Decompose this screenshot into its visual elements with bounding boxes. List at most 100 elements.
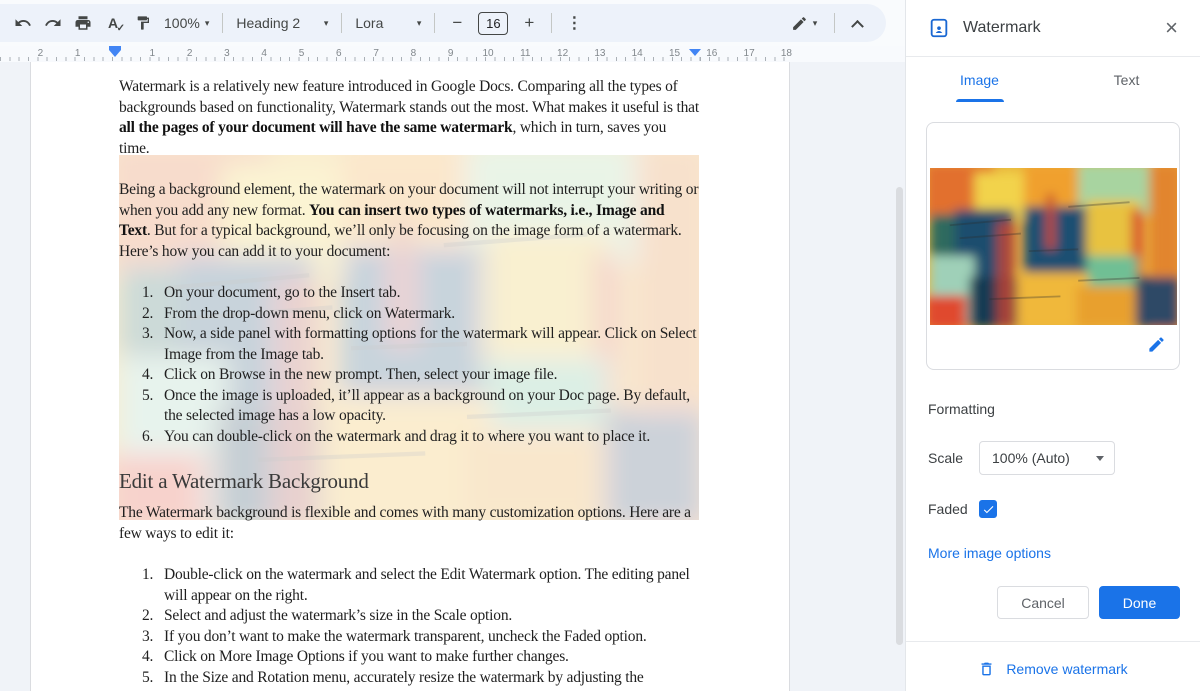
editing-mode-button[interactable]: ▾: [782, 9, 826, 37]
chevron-down-icon: ▾: [324, 18, 329, 29]
list-text: You can double-click on the watermark an…: [164, 427, 699, 448]
ruler-number: 12: [557, 48, 568, 59]
list-number: 2.: [142, 606, 164, 627]
tab-image[interactable]: Image: [906, 57, 1053, 102]
ruler-number: 9: [448, 48, 454, 59]
toolbar-divider: [341, 13, 342, 33]
list-number: 2.: [142, 304, 164, 325]
left-indent-marker[interactable]: [109, 50, 121, 57]
right-indent-marker[interactable]: [689, 49, 701, 56]
done-button[interactable]: Done: [1099, 586, 1180, 619]
more-vertical-icon: ⋮: [566, 13, 582, 33]
tab-text[interactable]: Text: [1053, 57, 1200, 102]
close-icon[interactable]: ×: [1161, 15, 1182, 41]
paint-format-button[interactable]: [129, 9, 157, 37]
list-item: 1.On your document, go to the Insert tab…: [142, 283, 699, 304]
panel-footer-divider: [906, 641, 1200, 642]
pen-icon: [791, 15, 808, 32]
toolbar-divider: [222, 13, 223, 33]
list-text: Click on More Image Options if you want …: [164, 647, 699, 668]
list-number: 3.: [142, 627, 164, 648]
list-item: 6.You can double-click on the watermark …: [142, 427, 699, 448]
undo-icon: [14, 14, 32, 32]
text-run: . But for a typical background, we’ll on…: [119, 222, 682, 260]
numbered-list: 1.Double-click on the watermark and sele…: [119, 565, 699, 688]
panel-actions: Cancel Done: [997, 586, 1180, 619]
list-number: 4.: [142, 365, 164, 386]
tab-label: Image: [960, 72, 999, 88]
list-item: 3.Now, a side panel with formatting opti…: [142, 324, 699, 365]
faded-label: Faded: [928, 501, 979, 517]
font-size-input[interactable]: 16: [478, 12, 508, 35]
paragraph: Being a background element, the watermar…: [119, 180, 699, 262]
remove-watermark-label: Remove watermark: [1006, 661, 1127, 677]
toolbar-divider: [834, 13, 835, 33]
watermark-preview-image[interactable]: [930, 168, 1177, 325]
list-text: Now, a side panel with formatting option…: [164, 324, 699, 365]
cancel-button[interactable]: Cancel: [997, 586, 1089, 619]
chevron-down-icon: ▾: [205, 18, 210, 29]
list-text: Once the image is uploaded, it’ll appear…: [164, 386, 699, 427]
ruler-number: 1: [150, 48, 156, 59]
edit-image-button[interactable]: [1147, 335, 1166, 359]
panel-header: Watermark ×: [906, 0, 1200, 57]
paragraph-style-select[interactable]: Heading 2 ▾: [230, 9, 334, 37]
ruler-number: 5: [299, 48, 305, 59]
ruler-number: 16: [706, 48, 717, 59]
list-number: 5.: [142, 386, 164, 427]
pencil-icon: [1147, 335, 1166, 354]
list-number: 3.: [142, 324, 164, 365]
zoom-select[interactable]: 100% ▾: [158, 9, 215, 37]
toolbar: A✓ 100% ▾ Heading 2 ▾ Lora ▾ −: [0, 4, 886, 42]
ruler-number: 14: [632, 48, 643, 59]
list-item: 2.Select and adjust the watermark’s size…: [142, 606, 699, 627]
decrease-font-size-button[interactable]: −: [443, 9, 471, 37]
list-text: On your document, go to the Insert tab.: [164, 283, 699, 304]
document-text[interactable]: Watermark is a relatively new feature in…: [119, 77, 699, 691]
ruler-number: 2: [187, 48, 193, 59]
scale-label: Scale: [928, 450, 979, 466]
panel-title: Watermark: [963, 19, 1161, 37]
toolbar-divider: [434, 13, 435, 33]
trash-icon: [978, 660, 995, 678]
vertical-scrollbar[interactable]: [896, 187, 903, 645]
chevron-up-icon: [851, 19, 864, 32]
list-item: 5.Once the image is uploaded, it’ll appe…: [142, 386, 699, 427]
paragraph: Watermark is a relatively new feature in…: [119, 77, 699, 159]
list-number: 1.: [142, 565, 164, 606]
list-text: Click on Browse in the new prompt. Then,…: [164, 365, 699, 386]
more-options-button[interactable]: ⋮: [560, 9, 588, 37]
style-value: Heading 2: [236, 15, 300, 31]
spell-check-button[interactable]: A✓: [99, 9, 127, 37]
tab-label: Text: [1114, 72, 1140, 88]
redo-button[interactable]: [39, 9, 67, 37]
check-icon: [982, 503, 995, 516]
active-tab-underline: [956, 99, 1004, 102]
ruler-number: 10: [482, 48, 493, 59]
formatting-section-label: Formatting: [928, 401, 1178, 417]
chevron-down-icon: ▾: [813, 18, 818, 29]
undo-button[interactable]: [9, 9, 37, 37]
more-image-options-link[interactable]: More image options: [928, 545, 1051, 561]
scale-dropdown[interactable]: 100% (Auto): [979, 441, 1115, 475]
plus-icon: +: [524, 13, 534, 33]
list-item: 4.Click on More Image Options if you wan…: [142, 647, 699, 668]
print-button[interactable]: [69, 9, 97, 37]
ruler-number: 15: [669, 48, 680, 59]
list-number: 1.: [142, 283, 164, 304]
spell-check-icon: A✓: [108, 16, 118, 30]
list-text: In the Size and Rotation menu, accuratel…: [164, 668, 699, 689]
list-text: Double-click on the watermark and select…: [164, 565, 699, 606]
ruler-number: 17: [744, 48, 755, 59]
zoom-value: 100%: [164, 15, 200, 31]
font-select[interactable]: Lora ▾: [349, 9, 427, 37]
increase-font-size-button[interactable]: +: [515, 9, 543, 37]
font-value: Lora: [355, 15, 383, 31]
chevron-down-icon: [1096, 456, 1104, 461]
document-page[interactable]: Watermark is a relatively new feature in…: [30, 62, 790, 691]
watermark-panel: Watermark × Image Text Formatting Scale 1…: [905, 0, 1200, 691]
panel-tabs: Image Text: [906, 57, 1200, 102]
hide-menus-button[interactable]: [843, 9, 871, 37]
faded-checkbox[interactable]: [979, 500, 997, 518]
remove-watermark-button[interactable]: Remove watermark: [906, 653, 1200, 685]
